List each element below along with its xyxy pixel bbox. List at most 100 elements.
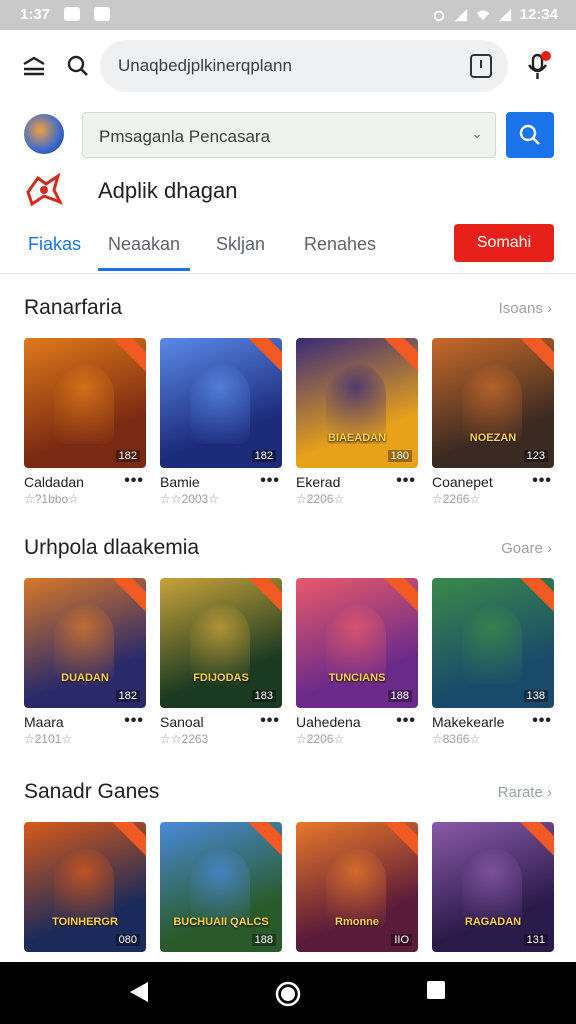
game-logo: FDIJODAS	[193, 671, 249, 684]
tab-1[interactable]: Neaakan	[108, 234, 180, 255]
more-options-icon[interactable]: •••	[396, 712, 416, 730]
game-logo: TUNCIANS	[328, 671, 386, 684]
game-logo: RAGADAN	[464, 915, 522, 928]
rating-badge: 182	[115, 450, 140, 462]
menu-icon[interactable]	[16, 48, 52, 84]
rating-badge: 180	[387, 450, 412, 462]
game-name: Coanepet	[432, 474, 493, 490]
recents-icon[interactable]	[426, 980, 446, 1000]
game-card[interactable]: FDIJODAS 183 Sanoal ••• ☆☆2263	[160, 578, 282, 758]
more-options-icon[interactable]: •••	[532, 712, 552, 730]
avatar[interactable]	[24, 114, 64, 154]
notification-icon-2	[94, 7, 110, 21]
category-dropdown[interactable]: Pmsaganla Pencasara ⌄	[82, 112, 496, 158]
game-stars: ☆8366☆	[432, 732, 481, 746]
game-logo: BUCHUAII QALCS	[173, 915, 269, 928]
action-button[interactable]: Somahi	[454, 224, 554, 262]
game-card[interactable]: BUCHUAII QALCS 188	[160, 822, 282, 962]
chevron-down-icon: ⌄	[471, 125, 483, 141]
hero-art	[462, 604, 522, 684]
game-stars: ☆2266☆	[432, 492, 481, 506]
game-thumbnail: TUNCIANS 188	[296, 578, 418, 708]
tab-0[interactable]: Fiakas	[28, 234, 81, 255]
corner-ribbon	[108, 338, 146, 374]
game-card[interactable]: 138 Makekearle ••• ☆8366☆	[432, 578, 554, 758]
hero-art	[54, 364, 114, 444]
tab-bar: Fiakas Neaakan Skljan Renahes Somahi	[0, 218, 576, 274]
game-card[interactable]: BIAEADAN 180 Ekerad ••• ☆2206☆	[296, 338, 418, 518]
hero-art	[190, 364, 250, 444]
more-options-icon[interactable]: •••	[124, 472, 144, 490]
game-name: Maara	[24, 714, 64, 730]
wifi-icon	[476, 10, 489, 20]
game-thumbnail: BIAEADAN 180	[296, 338, 418, 468]
home-icon[interactable]	[274, 980, 302, 1008]
section-title: Ranarfaria	[24, 296, 123, 319]
tab-2[interactable]: Skljan	[216, 234, 265, 255]
section-more-link[interactable]: Rarate ›	[498, 784, 552, 801]
corner-ribbon	[380, 338, 418, 374]
game-name: Caldadan	[24, 474, 84, 490]
game-card[interactable]: RAGADAN 131	[432, 822, 554, 962]
address-bar-text: Unaqbedjplkinerqplann	[118, 56, 292, 75]
more-options-icon[interactable]: •••	[532, 472, 552, 490]
section-more-link[interactable]: Goare ›	[501, 540, 552, 557]
game-name: Ekerad	[296, 474, 341, 490]
address-bar[interactable]: Unaqbedjplkinerqplann	[100, 40, 508, 92]
search-icon	[519, 124, 540, 145]
rating-badge: 123	[523, 450, 548, 462]
status-clock: 12:34	[519, 6, 558, 23]
signal-icon	[454, 8, 467, 21]
mic-icon[interactable]	[520, 48, 556, 84]
status-time: 1:37	[20, 6, 51, 23]
card-row: DUADAN 182 Maara ••• ☆2101☆ FDIJODAS 183…	[24, 578, 554, 758]
browser-toolbar: Unaqbedjplkinerqplann	[0, 30, 576, 102]
tab-3[interactable]: Renahes	[304, 234, 376, 255]
more-options-icon[interactable]: •••	[396, 472, 416, 490]
game-card[interactable]: TOINHERGR 080	[24, 822, 146, 962]
game-thumbnail: 182	[160, 338, 282, 468]
game-logo: DUADAN	[61, 671, 109, 684]
more-options-icon[interactable]: •••	[260, 472, 280, 490]
search-icon[interactable]	[60, 48, 96, 84]
rating-badge: 183	[251, 690, 276, 702]
corner-ribbon	[244, 578, 282, 614]
game-logo: TOINHERGR	[52, 915, 118, 928]
card-row: 182 Caldadan ••• ☆?1bbo☆ 182 Bamie ••• ☆…	[24, 338, 554, 518]
back-icon[interactable]	[128, 980, 150, 1004]
search-button[interactable]	[506, 112, 554, 158]
corner-ribbon	[380, 822, 418, 858]
corner-ribbon	[108, 822, 146, 858]
game-card[interactable]: DUADAN 182 Maara ••• ☆2101☆	[24, 578, 146, 758]
game-card[interactable]: Rmonne IIO	[296, 822, 418, 962]
more-options-icon[interactable]: •••	[260, 712, 280, 730]
more-options-icon[interactable]: •••	[124, 712, 144, 730]
category-dropdown-value: Pmsaganla Pencasara	[99, 127, 271, 146]
game-thumbnail: BUCHUAII QALCS 188	[160, 822, 282, 952]
corner-ribbon	[380, 578, 418, 614]
game-thumbnail: 138	[432, 578, 554, 708]
game-stars: ☆?1bbo☆	[24, 492, 79, 506]
game-card[interactable]: TUNCIANS 188 Uahedena ••• ☆2206☆	[296, 578, 418, 758]
game-card[interactable]: 182 Bamie ••• ☆☆2003☆	[160, 338, 282, 518]
system-nav-bar	[0, 962, 576, 1024]
game-thumbnail: Rmonne IIO	[296, 822, 418, 952]
cell-signal-icon	[498, 8, 511, 21]
rating-badge: 182	[251, 450, 276, 462]
game-stars: ☆☆2003☆	[160, 492, 219, 506]
status-bar: 1:37 12:34	[0, 0, 576, 30]
rating-badge: 182	[115, 690, 140, 702]
tab-switcher-icon[interactable]	[470, 54, 492, 78]
alarm-icon	[433, 10, 444, 21]
section-more-link[interactable]: Isoans ›	[499, 300, 552, 317]
card-row: TOINHERGR 080 BUCHUAII QALCS 188 Rmonne …	[24, 822, 554, 962]
game-thumbnail: NOEZAN 123	[432, 338, 554, 468]
section-2: Sanadr Ganes Rarate › TOINHERGR 080 BUCH…	[0, 780, 576, 962]
game-card[interactable]: 182 Caldadan ••• ☆?1bbo☆	[24, 338, 146, 518]
game-logo: BIAEADAN	[327, 431, 387, 444]
rating-badge: 131	[523, 934, 548, 946]
game-card[interactable]: NOEZAN 123 Coanepet ••• ☆2266☆	[432, 338, 554, 518]
corner-ribbon	[108, 578, 146, 614]
active-tab-indicator	[98, 268, 190, 271]
game-thumbnail: FDIJODAS 183	[160, 578, 282, 708]
